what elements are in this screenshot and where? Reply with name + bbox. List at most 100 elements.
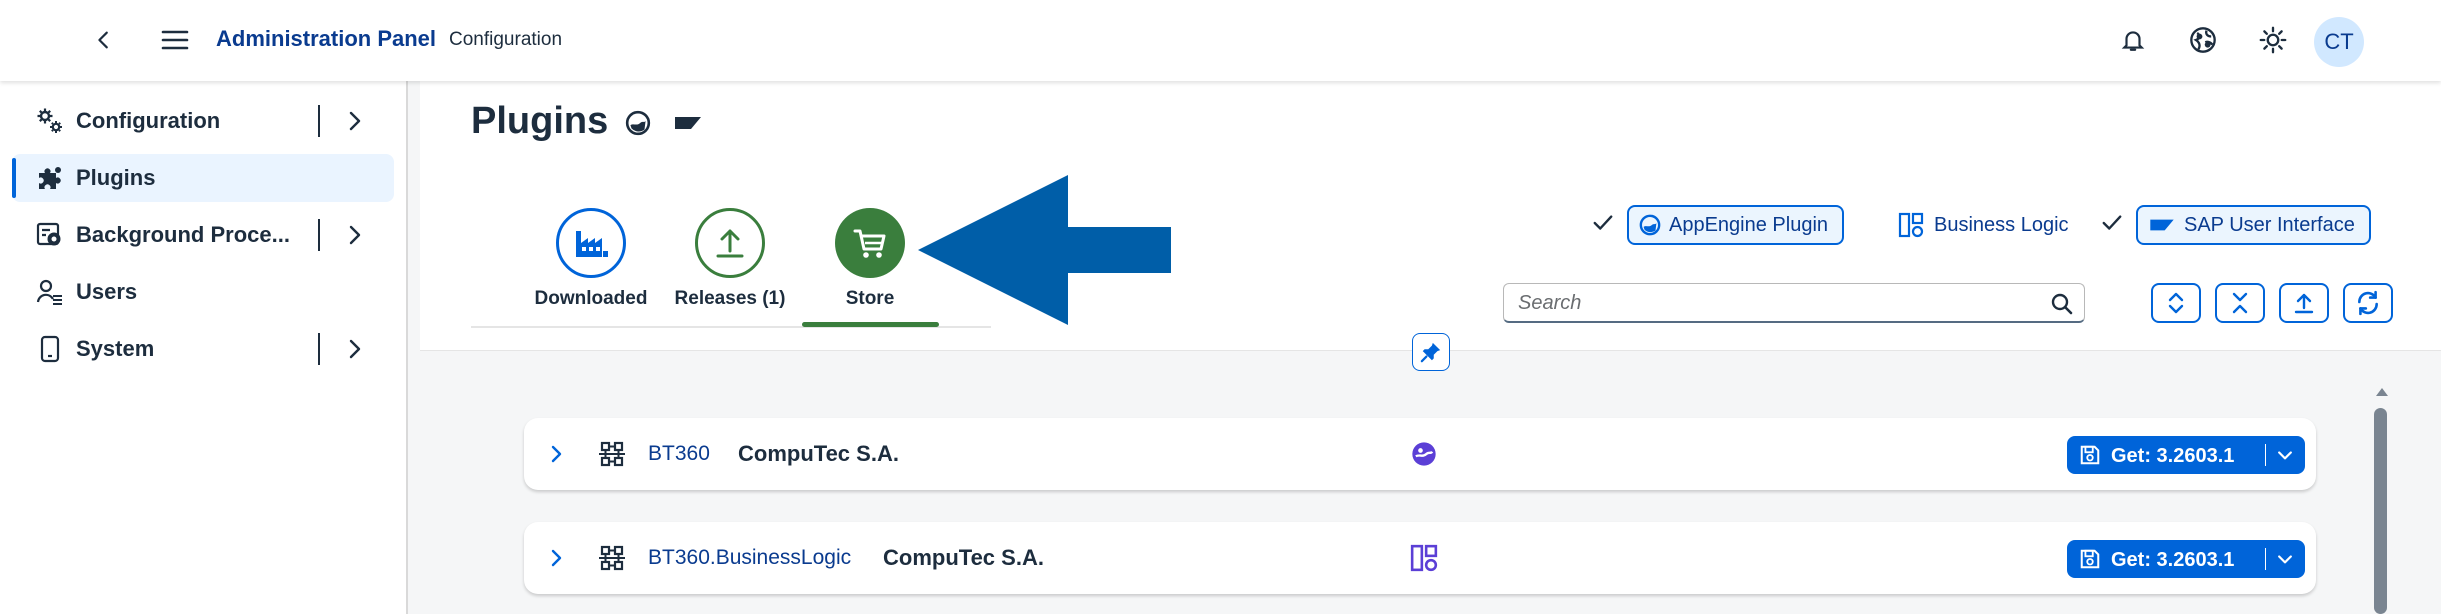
upload-button[interactable] xyxy=(2279,283,2329,323)
arrow-left-annotation xyxy=(918,175,1171,325)
sidebar-item-label: Configuration xyxy=(76,108,221,133)
tab-releases[interactable]: Releases (1) xyxy=(665,208,795,310)
sap-ui-icon xyxy=(675,116,702,129)
checkmark-icon xyxy=(1593,215,1613,230)
language-button[interactable] xyxy=(2183,20,2223,60)
save-icon xyxy=(2080,445,2100,465)
hamburger-icon xyxy=(161,30,189,50)
appengine-icon xyxy=(1412,442,1436,466)
shell-bar: Administration Panel Configuration CT xyxy=(0,0,2441,81)
sidebar-item-users[interactable]: Users xyxy=(12,268,394,316)
filter-sap-user-interface[interactable]: SAP User Interface xyxy=(2136,205,2371,245)
business-logic-icon xyxy=(1898,212,1924,238)
vertical-scrollbar-thumb[interactable] xyxy=(2374,408,2387,614)
puzzle-icon xyxy=(36,164,64,192)
get-plugin-button[interactable]: Get: 3.2603.1 xyxy=(2067,540,2305,578)
upload-icon xyxy=(716,229,744,258)
save-icon xyxy=(2080,549,2100,569)
business-logic-icon xyxy=(1410,544,1438,572)
sun-icon xyxy=(2259,26,2287,54)
back-button[interactable] xyxy=(84,20,124,60)
filter-label: AppEngine Plugin xyxy=(1669,213,1829,236)
filter-business-logic[interactable]: Business Logic xyxy=(1898,212,2069,238)
appengine-icon xyxy=(625,110,650,136)
chevron-right-icon[interactable] xyxy=(544,442,568,466)
table-row[interactable]: BT360 CompuTec S.A. Get: 3.2603.1 xyxy=(524,418,2316,490)
sap-ui-icon xyxy=(2150,219,2174,231)
page-title-text: Plugins xyxy=(471,100,609,142)
divider xyxy=(2265,548,2266,570)
tab-label: Downloaded xyxy=(534,288,648,309)
tab-icon-circle xyxy=(695,208,765,278)
pin-header-button[interactable] xyxy=(1412,333,1450,371)
get-plugin-button[interactable]: Get: 3.2603.1 xyxy=(2067,436,2305,474)
globe-icon xyxy=(2190,27,2216,53)
appengine-icon xyxy=(1639,214,1661,236)
divider xyxy=(2265,444,2266,466)
pin-icon xyxy=(1420,342,1441,363)
sidebar-item-label: Plugins xyxy=(76,165,156,190)
expand-icon xyxy=(2168,292,2184,314)
network-icon xyxy=(599,441,625,467)
collapse-all-button[interactable] xyxy=(2215,283,2265,323)
sidebar-item-plugins[interactable]: Plugins xyxy=(12,154,394,202)
factory-icon xyxy=(576,231,608,257)
bell-icon xyxy=(2121,31,2145,51)
tab-downloaded[interactable]: Downloaded xyxy=(526,208,656,310)
chevron-down-icon[interactable] xyxy=(2275,549,2295,569)
search-icon[interactable] xyxy=(2050,292,2074,316)
tab-store[interactable]: Store xyxy=(805,208,935,310)
app-subtitle: Configuration xyxy=(449,29,563,50)
plugin-vendor: CompuTec S.A. xyxy=(883,545,1044,570)
sidebar-item-label: Background Proce... xyxy=(76,222,290,247)
sidebar-item-label: System xyxy=(76,336,155,361)
chevron-right-icon[interactable] xyxy=(342,223,366,247)
chevron-left-icon xyxy=(98,31,108,49)
get-button-label: Get: 3.2603.1 xyxy=(2111,445,2235,467)
expand-all-button[interactable] xyxy=(2151,283,2201,323)
get-button-label: Get: 3.2603.1 xyxy=(2111,549,2235,571)
divider xyxy=(318,105,320,137)
user-list-icon xyxy=(36,278,64,306)
filter-label: SAP User Interface xyxy=(2184,213,2355,236)
sidebar-item-label: Users xyxy=(76,279,138,304)
refresh-icon xyxy=(2358,290,2378,316)
sidebar-item-configuration[interactable]: Configuration xyxy=(12,97,394,145)
network-icon xyxy=(599,545,625,571)
filter-appengine-plugin[interactable]: AppEngine Plugin xyxy=(1627,205,1845,245)
plugin-vendor: CompuTec S.A. xyxy=(738,441,899,466)
search-field[interactable] xyxy=(1503,283,2085,323)
filter-label: Business Logic xyxy=(1934,213,2069,236)
search-input[interactable] xyxy=(1518,290,2038,316)
notifications-button[interactable] xyxy=(2113,20,2153,60)
refresh-button[interactable] xyxy=(2343,283,2393,323)
sidebar-item-background-processes[interactable]: Background Proce... xyxy=(12,211,394,259)
gears-icon xyxy=(36,107,64,135)
cart-icon xyxy=(853,229,886,258)
collapse-icon xyxy=(2232,292,2248,314)
chevron-down-icon[interactable] xyxy=(2275,445,2295,465)
user-avatar[interactable]: CT xyxy=(2314,17,2364,67)
tab-label: Store xyxy=(845,288,895,309)
scroll-up-arrow-icon[interactable] xyxy=(2374,384,2390,400)
tab-icon-circle xyxy=(835,208,905,278)
tab-icon-circle xyxy=(556,208,626,278)
side-navigation: Configuration Plugins Background Proce..… xyxy=(0,81,408,614)
app-title[interactable]: Administration Panel xyxy=(216,26,436,52)
plugin-id-link[interactable]: BT360.BusinessLogic xyxy=(648,546,851,570)
sidebar-item-system[interactable]: System xyxy=(12,325,394,373)
chevron-right-icon[interactable] xyxy=(342,109,366,133)
menu-button[interactable] xyxy=(155,20,195,60)
page-title: Plugins xyxy=(471,100,703,143)
chevron-right-icon[interactable] xyxy=(544,546,568,570)
divider xyxy=(318,219,320,251)
background-process-icon xyxy=(36,221,64,249)
theme-button[interactable] xyxy=(2253,20,2293,60)
tablet-icon xyxy=(36,335,64,363)
divider xyxy=(318,333,320,365)
tab-label: Releases (1) xyxy=(674,288,786,309)
plugin-id-link[interactable]: BT360 xyxy=(648,442,710,466)
table-row[interactable]: BT360.BusinessLogic CompuTec S.A. Get: 3… xyxy=(524,522,2316,594)
checkmark-icon xyxy=(2102,215,2122,230)
chevron-right-icon[interactable] xyxy=(342,337,366,361)
